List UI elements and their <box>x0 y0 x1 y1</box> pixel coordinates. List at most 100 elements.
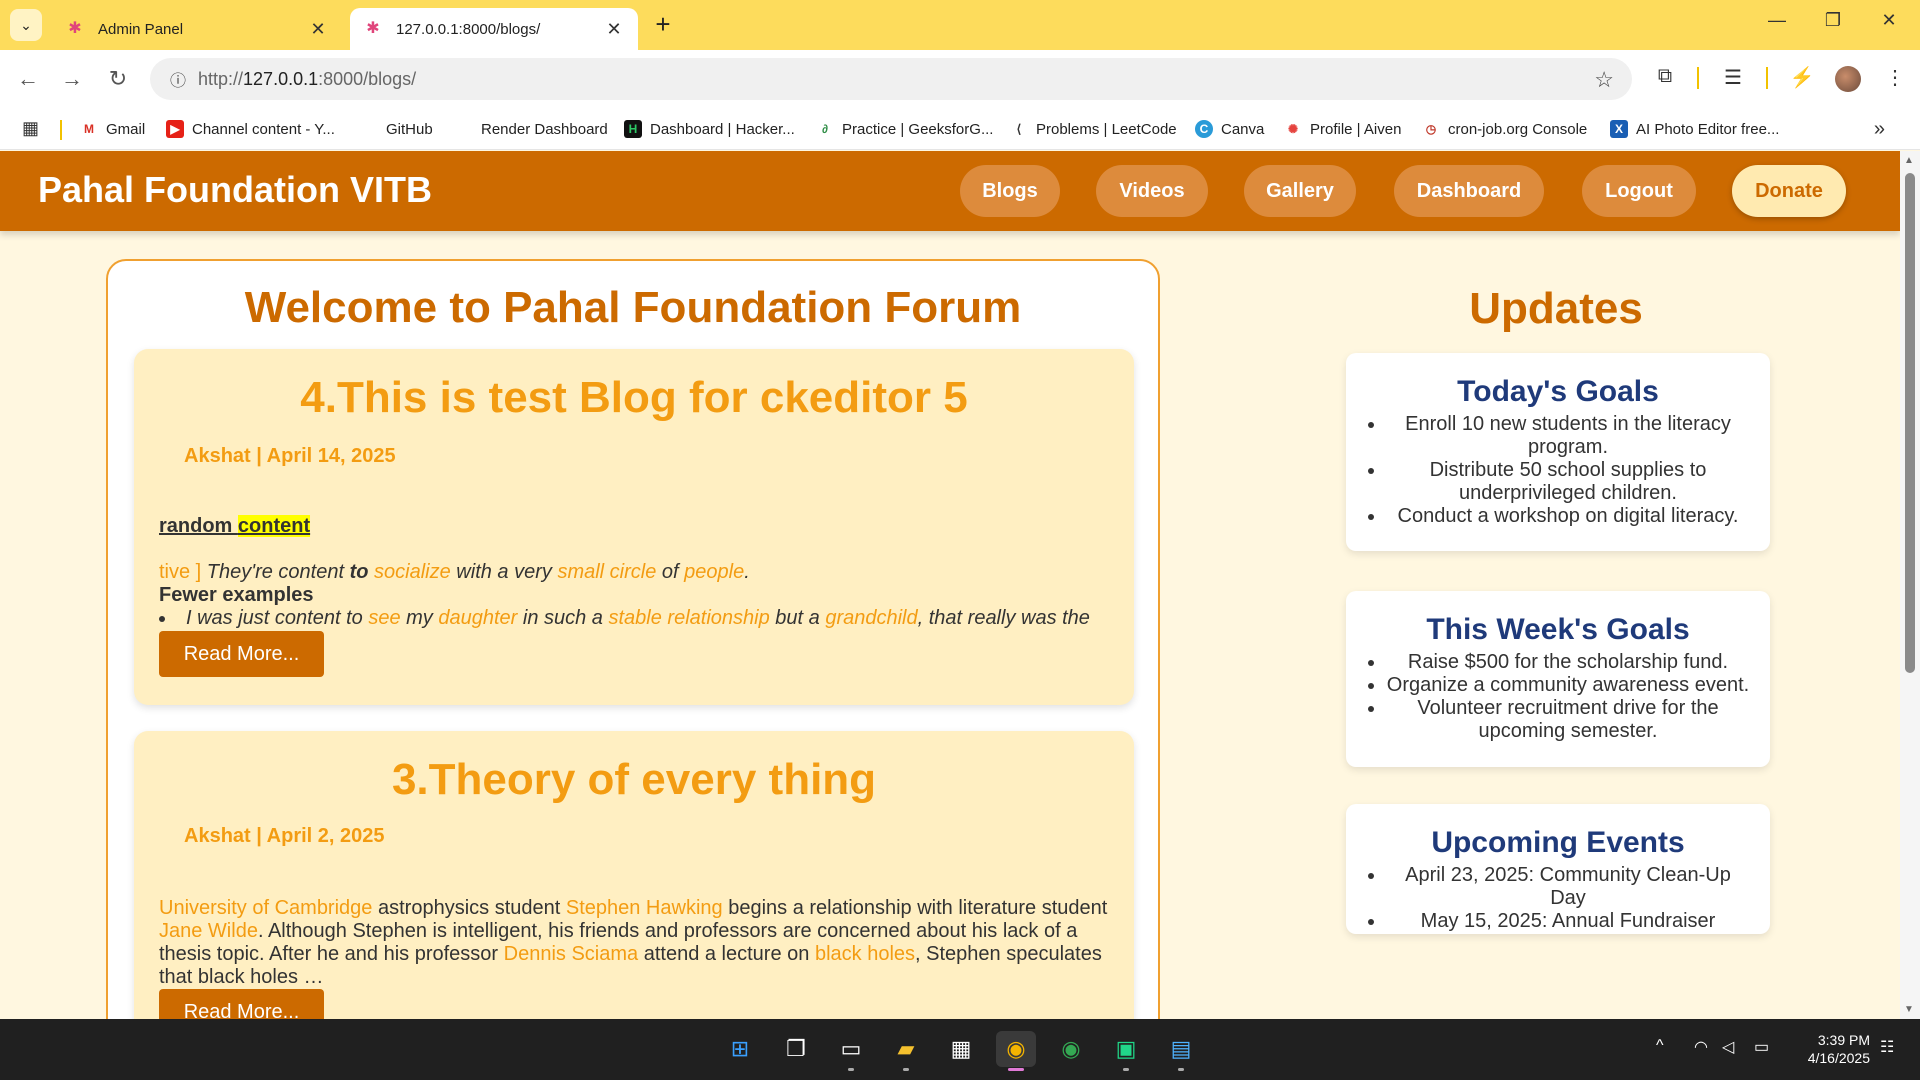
back-icon[interactable]: ← <box>14 65 42 93</box>
excerpt-list-item: I was just content to see my daughter in… <box>159 607 1109 630</box>
restore-icon[interactable]: ❐ <box>1818 10 1848 38</box>
post-excerpt: University of Cambridge astrophysics stu… <box>159 897 1108 988</box>
card-list-item: Distribute 50 school supplies to underpr… <box>1386 459 1750 505</box>
card-title: Today's Goals <box>1457 375 1659 408</box>
post-title[interactable]: 3.Theory of every thing <box>134 755 1134 805</box>
excerpt-heading: random content <box>159 515 311 537</box>
nav-gallery[interactable]: Gallery <box>1244 165 1356 217</box>
calculator-icon[interactable]: ▦ <box>941 1031 981 1067</box>
bookmarks-bar: ▦ M Gmail ▶ Channel content - Y... GitHub … <box>0 108 1920 150</box>
wifi-icon[interactable]: ◠ <box>1694 1037 1708 1057</box>
running-indicator <box>903 1068 909 1071</box>
bookmark-render[interactable]: Render Dashboard <box>455 108 608 150</box>
updates-card-todays-goals: Today's Goals Enroll 10 new students in … <box>1346 353 1770 551</box>
active-indicator <box>1008 1068 1024 1071</box>
apps-grid-icon[interactable]: ▦ <box>22 118 39 139</box>
reload-icon[interactable]: ↻ <box>104 65 132 93</box>
card-list-item: Organize a community awareness event. <box>1386 674 1750 697</box>
tab-search-button[interactable]: ⌄ <box>10 9 42 41</box>
tab-blogs[interactable]: ✱ 127.0.0.1:8000/blogs/ ✕ <box>350 8 638 50</box>
battery-icon[interactable]: ▭ <box>1754 1037 1769 1057</box>
nav-logout[interactable]: Logout <box>1582 165 1696 217</box>
terminal-icon[interactable]: ▭ <box>831 1031 871 1071</box>
running-indicator <box>1178 1068 1184 1071</box>
new-tab-button[interactable]: + <box>650 11 676 39</box>
scrollbar-thumb[interactable] <box>1905 173 1915 673</box>
excerpt-line: tive ] They're content to socialize with… <box>159 561 750 583</box>
clock-date: 4/16/2025 <box>1807 1050 1870 1066</box>
excerpt-list: I was just content to see my daughter in… <box>159 607 1109 630</box>
clock-time: 3:39 PM <box>1817 1032 1870 1048</box>
blog-post-card: 3.Theory of every thing Akshat | April 2… <box>134 731 1134 1019</box>
site-info-icon[interactable]: ⓘ <box>158 67 198 91</box>
card-title: This Week's Goals <box>1426 613 1690 646</box>
favicon-icon: ✱ <box>366 20 380 37</box>
volume-icon[interactable]: ◁ <box>1722 1037 1734 1057</box>
scroll-up-icon[interactable]: ▲ <box>1904 155 1914 166</box>
read-more-button[interactable]: Read More... <box>159 989 324 1019</box>
nav-dashboard[interactable]: Dashboard <box>1394 165 1544 217</box>
leetcode-icon: ⟨ <box>1016 122 1022 136</box>
extensions-icon[interactable]: ⧉ <box>1650 65 1680 93</box>
ai-photo-editor-icon: X <box>1610 120 1628 138</box>
bookmark-aiven[interactable]: ✺ Profile | Aiven <box>1284 108 1401 150</box>
bookmark-cronjob[interactable]: ◷ cron-job.org Console <box>1422 108 1588 150</box>
read-more-button[interactable]: Read More... <box>159 631 324 677</box>
cronjob-icon: ◷ <box>1425 122 1437 136</box>
performance-icon[interactable]: ⚡ <box>1787 65 1817 93</box>
windows-taskbar: ⊞ ❐ ▭ ▰ ▦ ◉ ◉ ▣ ▤ ^ ◠ ◁ ▭ 3:39 PM 4/16/2… <box>0 1019 1920 1080</box>
post-title[interactable]: 4.This is test Blog for ckeditor 5 <box>134 373 1134 423</box>
close-window-icon[interactable]: ✕ <box>1874 10 1904 38</box>
menu-icon[interactable]: ⋮ <box>1880 65 1910 93</box>
github-icon <box>360 120 378 138</box>
tab-title: Admin Panel <box>98 20 184 38</box>
bookmark-github[interactable]: GitHub <box>360 108 433 150</box>
nav-videos[interactable]: Videos <box>1096 165 1208 217</box>
gmail-icon: M <box>84 122 94 136</box>
forum-panel: Welcome to Pahal Foundation Forum 4.This… <box>106 259 1160 1019</box>
address-bar[interactable]: ⓘ http://127.0.0.1:8000/blogs/ ☆ <box>150 58 1632 100</box>
forward-icon[interactable]: → <box>58 65 86 93</box>
card-list: Raise $500 for the scholarship fund. Org… <box>1386 651 1750 743</box>
notification-icon[interactable]: ☷ <box>1880 1037 1894 1057</box>
bookmark-youtube[interactable]: ▶ Channel content - Y... <box>166 108 335 150</box>
notepad-icon[interactable]: ▤ <box>1161 1031 1201 1071</box>
site-navbar: Pahal Foundation VITB Blogs Videos Galle… <box>0 151 1900 231</box>
render-icon <box>455 120 473 138</box>
minimize-icon[interactable]: — <box>1762 10 1792 38</box>
bookmark-gmail[interactable]: M Gmail <box>80 108 145 150</box>
card-list-item: April 23, 2025: Community Clean-Up Day <box>1386 864 1750 910</box>
scroll-down-icon[interactable]: ▼ <box>1904 1004 1914 1015</box>
task-view-icon[interactable]: ❐ <box>776 1031 816 1067</box>
post-meta: Akshat | April 2, 2025 <box>184 825 385 847</box>
file-explorer-icon[interactable]: ▰ <box>886 1031 926 1071</box>
system-clock[interactable]: 3:39 PM 4/16/2025 <box>1780 1031 1870 1067</box>
pycharm-icon[interactable]: ▣ <box>1106 1031 1146 1071</box>
bookmark-ai-photo-editor[interactable]: X AI Photo Editor free... <box>1610 108 1779 150</box>
bookmark-hackerrank[interactable]: H Dashboard | Hacker... <box>624 108 795 150</box>
tab-title: 127.0.0.1:8000/blogs/ <box>396 20 541 38</box>
nav-donate[interactable]: Donate <box>1732 165 1846 217</box>
reading-list-icon[interactable]: ☰ <box>1718 65 1748 93</box>
bookmark-canva[interactable]: C Canva <box>1195 108 1264 150</box>
tab-admin-panel[interactable]: ✱ Admin Panel ✕ <box>52 8 342 50</box>
aiven-icon: ✺ <box>1287 122 1299 136</box>
chrome-active-icon[interactable]: ◉ <box>996 1031 1036 1071</box>
close-tab-icon[interactable]: ✕ <box>604 19 624 40</box>
bookmark-geeksforgeeks[interactable]: ∂ Practice | GeeksforG... <box>816 108 993 150</box>
windows-start-icon[interactable]: ⊞ <box>720 1031 760 1067</box>
more-bookmarks-icon[interactable]: » <box>1874 118 1885 141</box>
chrome-icon[interactable]: ◉ <box>1051 1031 1091 1067</box>
running-indicator <box>848 1068 854 1071</box>
bookmark-star-icon[interactable]: ☆ <box>1594 67 1614 93</box>
bookmark-divider <box>60 120 62 140</box>
nav-blogs[interactable]: Blogs <box>960 165 1060 217</box>
site-brand[interactable]: Pahal Foundation VITB <box>38 169 432 211</box>
bookmark-leetcode[interactable]: ⟨ Problems | LeetCode <box>1010 108 1177 150</box>
tray-chevron-icon[interactable]: ^ <box>1656 1037 1664 1055</box>
close-tab-icon[interactable]: ✕ <box>308 19 328 40</box>
profile-avatar[interactable] <box>1835 66 1861 92</box>
card-list-item: May 15, 2025: Annual Fundraiser <box>1386 910 1750 933</box>
page-scrollbar[interactable]: ▲ ▼ <box>1900 151 1920 1019</box>
page-viewport: Pahal Foundation VITB Blogs Videos Galle… <box>0 151 1900 1019</box>
